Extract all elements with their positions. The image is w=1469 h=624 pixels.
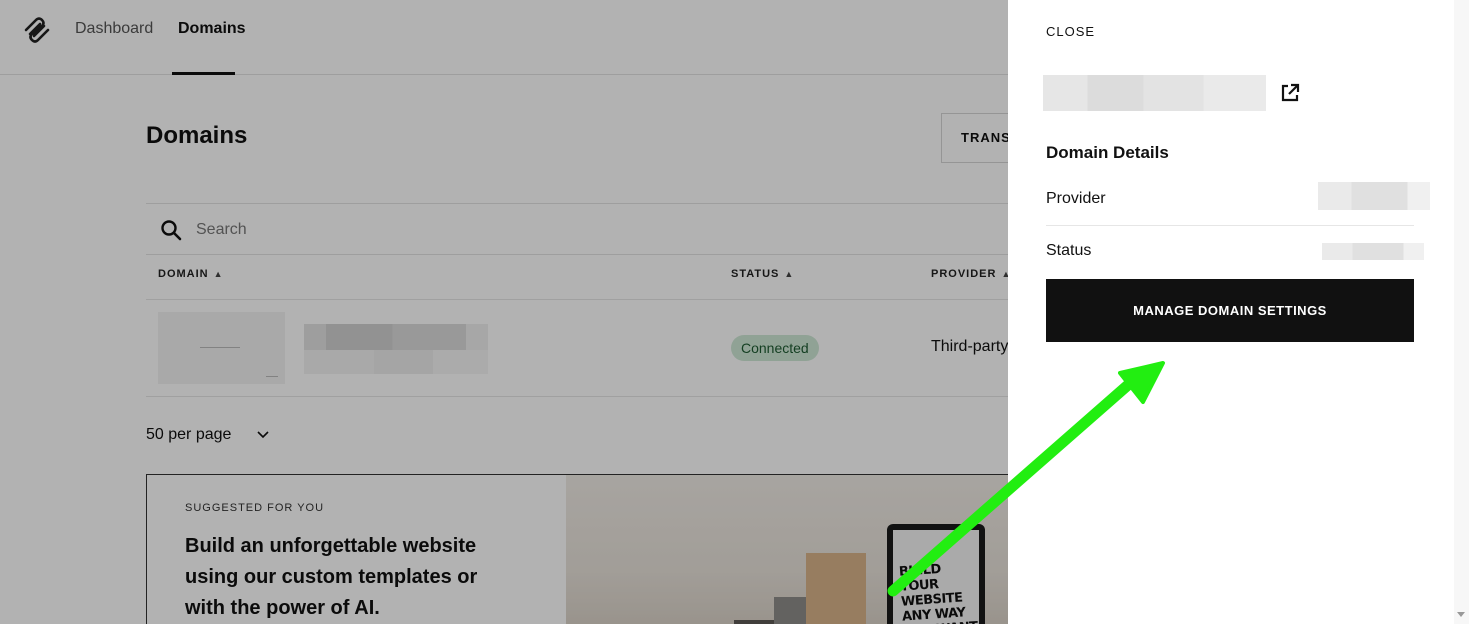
redacted-status-value [1322, 243, 1424, 260]
scrollbar[interactable] [1454, 0, 1469, 624]
modal-backdrop[interactable] [0, 0, 1008, 624]
detail-row-status: Status [1046, 226, 1424, 278]
detail-label: Provider [1046, 190, 1106, 207]
close-button[interactable]: CLOSE [1046, 24, 1095, 39]
external-link-icon[interactable] [1279, 82, 1301, 104]
scroll-down-arrow-icon[interactable] [1457, 612, 1465, 617]
manage-domain-settings-button[interactable]: MANAGE DOMAIN SETTINGS [1046, 279, 1414, 342]
redacted-domain-name [1043, 75, 1266, 111]
domain-details-panel: CLOSE Domain Details Provider Status MAN… [1008, 0, 1454, 624]
detail-row-provider: Provider [1046, 174, 1430, 226]
domain-details-title: Domain Details [1046, 143, 1169, 162]
redacted-provider-value [1318, 182, 1430, 210]
detail-label: Status [1046, 242, 1092, 259]
